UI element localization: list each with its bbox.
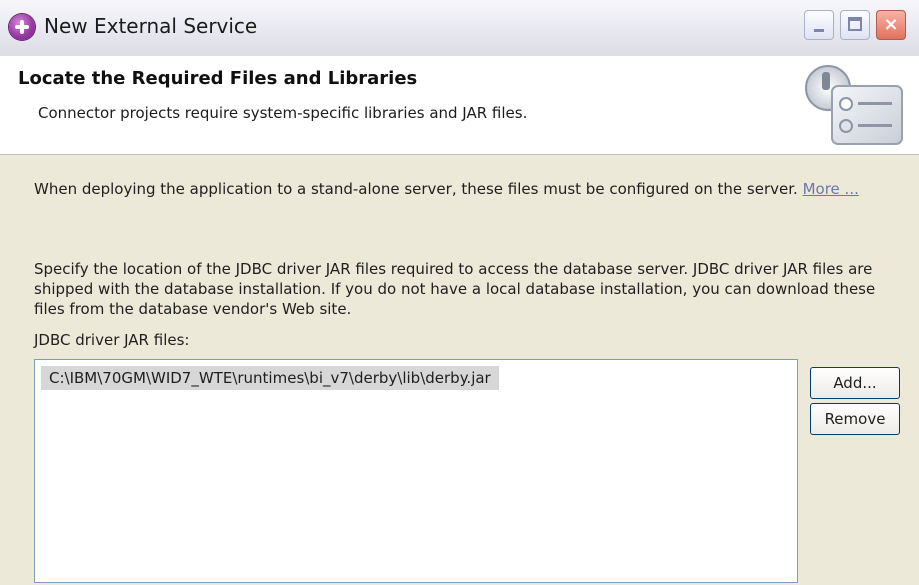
minimize-icon	[814, 29, 824, 32]
title-bar[interactable]: New External Service ×	[0, 0, 919, 57]
app-icon	[9, 14, 35, 40]
deployment-note: When deploying the application to a stan…	[34, 179, 884, 199]
more-link[interactable]: More ...	[803, 180, 859, 198]
maximize-button[interactable]	[840, 10, 870, 40]
wizard-header: Locate the Required Files and Libraries …	[0, 56, 919, 155]
wizard-body: When deploying the application to a stan…	[0, 155, 919, 585]
deployment-note-text: When deploying the application to a stan…	[34, 180, 798, 198]
jdbc-instructions: Specify the location of the JDBC driver …	[34, 260, 876, 318]
add-button[interactable]: Add...	[810, 367, 900, 399]
window-title: New External Service	[44, 14, 258, 38]
close-button[interactable]: ×	[876, 10, 906, 40]
jdbc-jar-listbox[interactable]: C:\IBM\70GM\WID7_WTE\runtimes\bi_v7\derb…	[34, 359, 798, 583]
close-icon: ×	[883, 14, 899, 35]
page-description: Connector projects require system-specif…	[38, 104, 528, 122]
minimize-button[interactable]	[804, 10, 834, 40]
page-title: Locate the Required Files and Libraries	[18, 68, 418, 89]
jdbc-jar-list-label: JDBC driver JAR files:	[34, 331, 190, 349]
new-external-service-dialog: New External Service × Locate the Requir…	[0, 0, 919, 585]
wizard-banner-icon	[805, 65, 903, 145]
maximize-icon	[848, 17, 862, 31]
list-item[interactable]: C:\IBM\70GM\WID7_WTE\runtimes\bi_v7\derb…	[41, 366, 499, 390]
remove-button[interactable]: Remove	[810, 403, 900, 435]
